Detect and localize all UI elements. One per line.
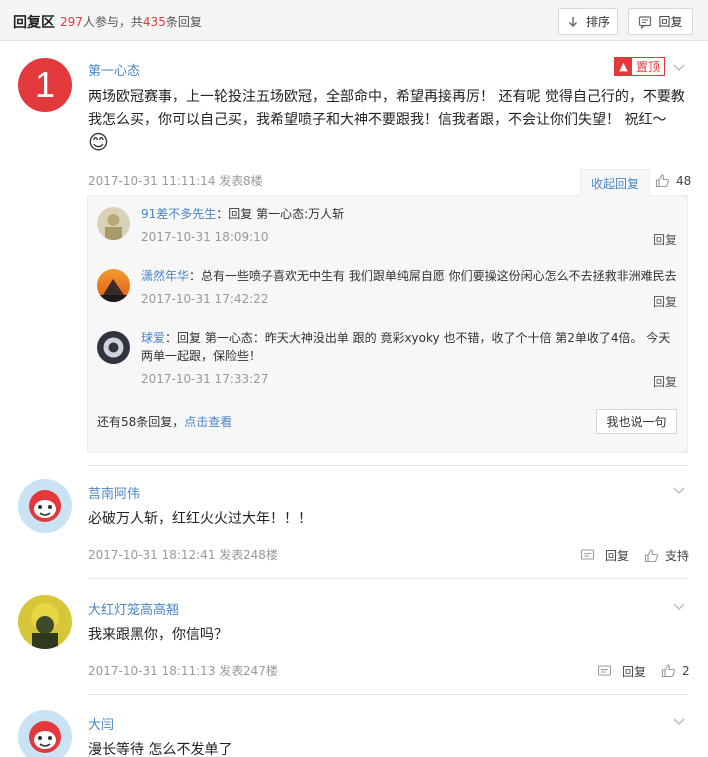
pin-icon: ▲	[615, 58, 632, 75]
avatar-image	[97, 279, 130, 302]
support-label: 支持	[665, 549, 690, 563]
replies-count: 435	[142, 15, 166, 29]
comment-time: 2017-10-31 18:11:13 发表	[88, 664, 244, 678]
comment-text: 我来跟黑你，你信吗？	[88, 627, 228, 643]
more-replies-text: 还有58条回复，	[97, 415, 185, 429]
pinned-label: 置顶	[636, 60, 661, 74]
comment-avatar[interactable]	[18, 479, 72, 533]
thumb-up-icon	[644, 549, 658, 563]
chevron-down-icon[interactable]	[672, 486, 686, 496]
like-button[interactable]: 48	[655, 173, 691, 188]
comment-text: 两场欧冠赛事，上一轮投注五场欧冠，全部命中，希望再接再厉！ 还有呢 觉得自己行的…	[88, 86, 688, 132]
view-more-link[interactable]: 点击查看	[184, 415, 232, 429]
thumb-up-icon	[655, 174, 669, 188]
reply-time: 2017-10-31 17:42:22	[141, 292, 269, 306]
default-avatar-icon	[29, 721, 61, 753]
more-replies: 还有58条回复，点击查看	[97, 413, 232, 430]
reply-button[interactable]: 回复	[597, 663, 646, 680]
comment-avatar[interactable]	[18, 595, 72, 649]
reply-avatar[interactable]	[97, 207, 130, 240]
divider	[88, 578, 688, 579]
reply-username[interactable]: 91差不多先生	[141, 207, 216, 221]
avatar-image	[31, 603, 59, 649]
comment-time: 2017-10-31 18:12:41 发表	[88, 548, 244, 562]
reply-time: 2017-10-31 18:09:10	[141, 230, 269, 244]
reply-reply-button[interactable]: 回复	[653, 293, 677, 310]
reply-label: 回复	[622, 665, 647, 679]
reply-avatar[interactable]	[97, 331, 130, 364]
thumb-up-icon	[661, 664, 675, 678]
participants-suffix: 人参与，共	[82, 15, 143, 29]
comment-time: 2017-10-31 11:11:14 发表	[88, 174, 244, 188]
chevron-down-icon[interactable]	[672, 63, 686, 73]
support-button[interactable]: 支持	[644, 547, 689, 564]
comment-username[interactable]: 大红灯笼高高翘	[88, 599, 179, 618]
rank-avatar[interactable]: 1	[18, 58, 72, 112]
comment-header-bar: 回复区 297人参与，共435条回复 排序 回复	[0, 0, 708, 41]
replies-suffix: 条回复	[165, 15, 202, 29]
reply-body: ：总有一些喷子喜欢无中生有 我们跟单纯屌自愿 你们要操这份闲心怎么不去拯救非洲难…	[189, 269, 677, 283]
pinned-badge: ▲ 置顶	[614, 57, 665, 76]
reply-username[interactable]: 潇然年华	[141, 269, 189, 283]
reply-body: ：回复 第一心态:万人斩	[216, 207, 345, 221]
section-title: 回复区	[13, 15, 55, 31]
divider	[88, 694, 688, 695]
add-reply-button[interactable]: 我也说一句	[596, 409, 677, 434]
reply-button[interactable]: 回复	[628, 8, 693, 35]
sort-label: 排序	[585, 15, 610, 29]
chevron-down-icon[interactable]	[672, 602, 686, 612]
sort-button[interactable]: 排序	[558, 8, 618, 35]
comment-username[interactable]: 莒南阿伟	[88, 483, 140, 502]
sort-icon	[568, 16, 577, 27]
comment-floor: 8楼	[243, 174, 263, 188]
avatar-image	[105, 214, 122, 240]
reply-label: 回复	[658, 15, 683, 29]
comment-text: 必破万人斩，红红火火过大年！！！	[88, 511, 312, 527]
avatar-image	[103, 337, 124, 358]
comment-icon	[580, 549, 595, 560]
like-count: 2	[682, 663, 690, 678]
reply-reply-button[interactable]: 回复	[653, 373, 677, 390]
comment-icon	[639, 15, 652, 29]
comment-stats: 297人参与，共435条回复	[60, 13, 202, 30]
comment-body: 两场欧冠赛事，上一轮投注五场欧冠，全部命中，希望再接再厉！ 还有呢 觉得自己行的…	[88, 89, 685, 128]
reply-label: 回复	[605, 549, 630, 563]
collapse-replies-button[interactable]: 收起回复	[580, 169, 650, 196]
comment-icon	[597, 665, 612, 676]
reply-body: ：回复 第一心态：昨天大神没出单 跟的 竟彩xyoky 也不错，收了个十倍 第2…	[141, 331, 671, 363]
reply-time: 2017-10-31 17:33:27	[141, 372, 269, 386]
rank-number: 1	[34, 64, 56, 105]
reply-username[interactable]: 球爱	[141, 331, 165, 345]
reply-text: 91差不多先生：回复 第一心态:万人斩	[141, 205, 681, 223]
participants-count: 297	[60, 15, 83, 29]
comment-username[interactable]: 第一心态	[88, 60, 140, 79]
comment-floor: 248楼	[243, 548, 278, 562]
default-avatar-icon	[29, 490, 61, 522]
reply-text: 潇然年华：总有一些喷子喜欢无中生有 我们跟单纯屌自愿 你们要操这份闲心怎么不去拯…	[141, 267, 686, 285]
reply-avatar[interactable]	[97, 269, 130, 302]
reply-button[interactable]: 回复	[580, 547, 629, 564]
smile-emoji-icon: 😊	[88, 130, 109, 154]
divider	[88, 465, 688, 466]
chevron-down-icon[interactable]	[672, 717, 686, 727]
reply-text: 球爱：回复 第一心态：昨天大神没出单 跟的 竟彩xyoky 也不错，收了个十倍 …	[141, 329, 673, 365]
like-button[interactable]: 2	[661, 663, 690, 678]
comment-text: 漫长等待 怎么不发单了	[88, 742, 233, 757]
like-count: 48	[676, 173, 692, 188]
reply-reply-button[interactable]: 回复	[653, 231, 677, 248]
comment-avatar[interactable]	[18, 710, 72, 757]
comment-username[interactable]: 大闫	[88, 714, 114, 733]
comment-floor: 247楼	[243, 664, 278, 678]
